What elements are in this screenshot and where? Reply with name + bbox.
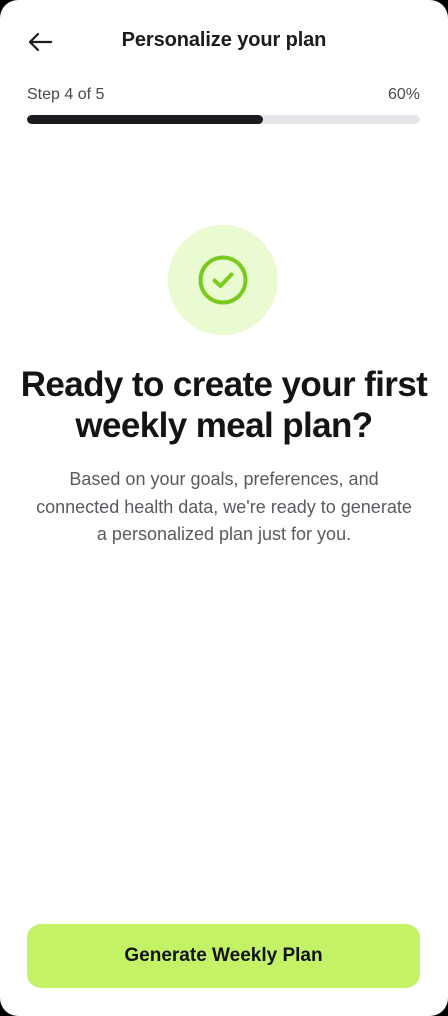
progress-bar <box>27 115 420 124</box>
progress-percent: 60% <box>387 86 420 103</box>
description-text: Based on your goals, preferences, and co… <box>36 469 412 544</box>
page-title: Personalize your plan <box>121 29 327 51</box>
progress-bar-fill <box>27 115 263 124</box>
step-label: Step 4 of 5 <box>27 86 105 103</box>
headline: Ready to create your first weekly meal p… <box>20 365 428 445</box>
top-bar: Personalize your plan <box>0 0 448 82</box>
generate-weekly-plan-button[interactable]: Generate Weekly Plan <box>27 924 420 988</box>
phone-screen: Personalize your plan Step 4 of 5 60% Re… <box>0 0 448 1016</box>
check-circle-icon <box>198 255 248 305</box>
progress-labels: Step 4 of 5 60% <box>27 84 420 106</box>
success-badge <box>168 225 278 335</box>
